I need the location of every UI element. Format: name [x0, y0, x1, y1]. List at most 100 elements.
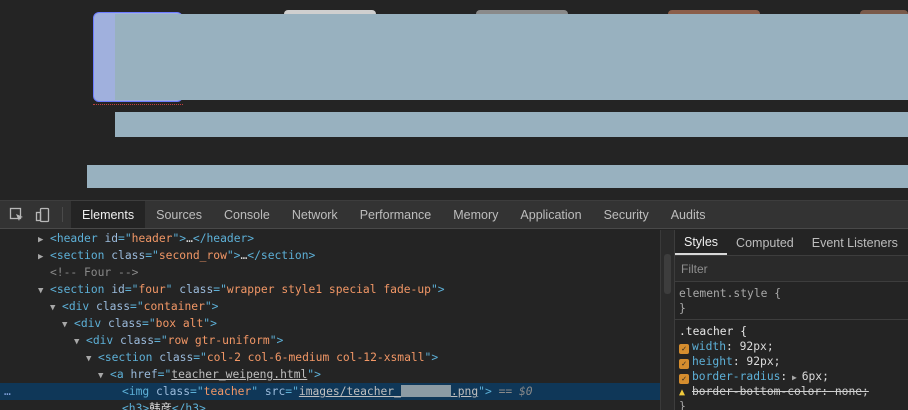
redaction-block-middle	[115, 112, 908, 137]
closing-tag: </header>	[192, 232, 255, 245]
tab-elements[interactable]: Elements	[71, 201, 146, 228]
tab-console[interactable]: Console	[213, 201, 281, 228]
tab-security[interactable]: Security	[593, 201, 660, 228]
tag-name: div	[68, 300, 90, 313]
tab-memory[interactable]: Memory	[442, 201, 509, 228]
toolbar-separator	[62, 207, 63, 222]
tab-event-listeners[interactable]: Event Listeners	[803, 230, 907, 255]
prop-width[interactable]: ✓ width: 92px;	[679, 339, 904, 354]
tab-sources[interactable]: Sources	[145, 201, 213, 228]
attr-value: box alt	[155, 317, 204, 330]
tree-node-container[interactable]: ▼ <div class="container">	[0, 298, 660, 315]
tab-network[interactable]: Network	[281, 201, 349, 228]
tree-node-img-selected[interactable]: … <img class="teacher" src="images/teache…	[0, 383, 660, 400]
tree-node-section-four[interactable]: ▼ <section id="four" class="wrapper style…	[0, 281, 660, 298]
html-comment: <!-- Four -->	[50, 266, 139, 279]
tree-node-link[interactable]: ▼ <a href="teacher_weipeng.html">	[0, 366, 660, 383]
redaction-block-bottom	[87, 165, 908, 188]
page-viewport	[0, 0, 908, 200]
selected-node-marker: == $0	[498, 385, 533, 398]
attr-name: class	[156, 385, 191, 398]
redacted-text	[400, 385, 451, 397]
device-toolbar-icon[interactable]	[30, 201, 56, 228]
tag-name: section	[56, 249, 105, 262]
prop-height[interactable]: ✓ height: 92px;	[679, 354, 904, 369]
rule-close: }	[679, 302, 686, 315]
href-link[interactable]: teacher_weipeng.html	[171, 368, 307, 381]
attr-value: second_row	[158, 249, 227, 262]
devtools-tab-bar: Elements Sources Console Network Perform…	[0, 201, 908, 229]
tag-name: a	[116, 368, 124, 381]
styles-filter-input[interactable]: Filter	[675, 256, 908, 282]
prop-name: border-bottom-color	[692, 385, 822, 398]
prop-value[interactable]: 92px;	[740, 340, 774, 353]
dom-tree-scrollbar[interactable]	[660, 230, 674, 410]
styles-pane: Styles Computed Event Listeners Filter e…	[674, 230, 908, 410]
attr-value: wrapper style1 special fade-up	[226, 283, 431, 296]
element-style-rule[interactable]: element.style { }	[675, 282, 908, 320]
attr-name: class	[108, 317, 143, 330]
attr-value: container	[143, 300, 205, 313]
tree-node-h3[interactable]: <h3>韩彦</h3>	[0, 400, 660, 410]
devtools-panel: Elements Sources Console Network Perform…	[0, 200, 908, 410]
dom-tree: ▶ <header id="header">…</header> ▶ <sectio…	[0, 230, 660, 410]
tag-name: section	[56, 283, 105, 296]
tag-name: img	[128, 385, 150, 398]
warning-icon: ▲	[679, 387, 686, 398]
tree-node-comment[interactable]: <!-- Four -->	[0, 264, 660, 281]
highlight-underline	[93, 104, 183, 105]
prop-value[interactable]: 6px;	[802, 370, 829, 383]
attr-name: src	[264, 385, 286, 398]
attr-name: class	[179, 283, 214, 296]
prop-value[interactable]: 92px;	[746, 355, 780, 368]
tree-node-box-alt[interactable]: ▼ <div class="box alt">	[0, 315, 660, 332]
src-link[interactable]: images/teacher_	[299, 385, 401, 398]
tab-performance[interactable]: Performance	[349, 201, 443, 228]
src-link-suffix[interactable]: .png	[451, 385, 478, 398]
checkbox-checked-icon[interactable]: ✓	[679, 359, 689, 369]
node-actions-ellipsis[interactable]: …	[4, 383, 11, 400]
collapsed-ellipsis[interactable]: …	[186, 232, 193, 245]
checkbox-checked-icon[interactable]: ✓	[679, 344, 689, 354]
rule-selector: .teacher {	[679, 325, 748, 338]
attr-value: four	[138, 283, 166, 296]
attr-name: class	[120, 334, 155, 347]
closing-tag: </section>	[247, 249, 316, 262]
prop-name: border-radius	[692, 370, 781, 383]
rule-close: }	[679, 400, 686, 410]
attr-name: class	[96, 300, 131, 313]
teacher-rule[interactable]: .teacher { ✓ width: 92px; ✓ height: 92px; …	[675, 320, 908, 410]
tab-styles[interactable]: Styles	[675, 230, 728, 255]
tab-computed[interactable]: Computed	[727, 230, 803, 255]
tree-node-second-row[interactable]: ▶ <section class="second_row">…</section>	[0, 247, 660, 264]
prop-name: height	[692, 355, 733, 368]
tag-name: div	[92, 334, 114, 347]
tree-node-header[interactable]: ▶ <header id="header">…</header>	[0, 230, 660, 247]
prop-value[interactable]: none;	[835, 385, 869, 398]
tag-name: header	[56, 232, 98, 245]
prop-border-radius[interactable]: ✓ border-radius: ▶ 6px;	[679, 369, 904, 384]
tab-audits[interactable]: Audits	[660, 201, 717, 228]
attr-value: teacher	[203, 385, 252, 398]
prop-name: width	[692, 340, 727, 353]
prop-border-bottom-color-invalid[interactable]: ▲ border-bottom-color: none;	[679, 384, 904, 399]
inspect-element-icon[interactable]	[4, 201, 30, 228]
h3-text: 韩彦	[149, 402, 172, 410]
styles-subtab-bar: Styles Computed Event Listeners	[675, 230, 908, 256]
tag-name: div	[80, 317, 102, 330]
redaction-block-top	[115, 14, 908, 100]
attr-name: class	[111, 249, 146, 262]
attr-value: header	[131, 232, 173, 245]
attr-value: col-2 col-6-medium col-12-xsmall	[206, 351, 425, 364]
attr-name: href	[130, 368, 158, 381]
attr-name: id	[104, 232, 119, 245]
expand-triangle-icon[interactable]: ▶	[787, 373, 801, 382]
tab-application[interactable]: Application	[509, 201, 592, 228]
attr-value: row gtr-uniform	[167, 334, 270, 347]
checkbox-checked-icon[interactable]: ✓	[679, 374, 689, 384]
tree-node-row[interactable]: ▼ <div class="row gtr-uniform">	[0, 332, 660, 349]
tree-node-col-section[interactable]: ▼ <section class="col-2 col-6-medium col-…	[0, 349, 660, 366]
tag-name: section	[104, 351, 153, 364]
scrollbar-thumb[interactable]	[664, 254, 671, 294]
attr-name: id	[111, 283, 125, 296]
